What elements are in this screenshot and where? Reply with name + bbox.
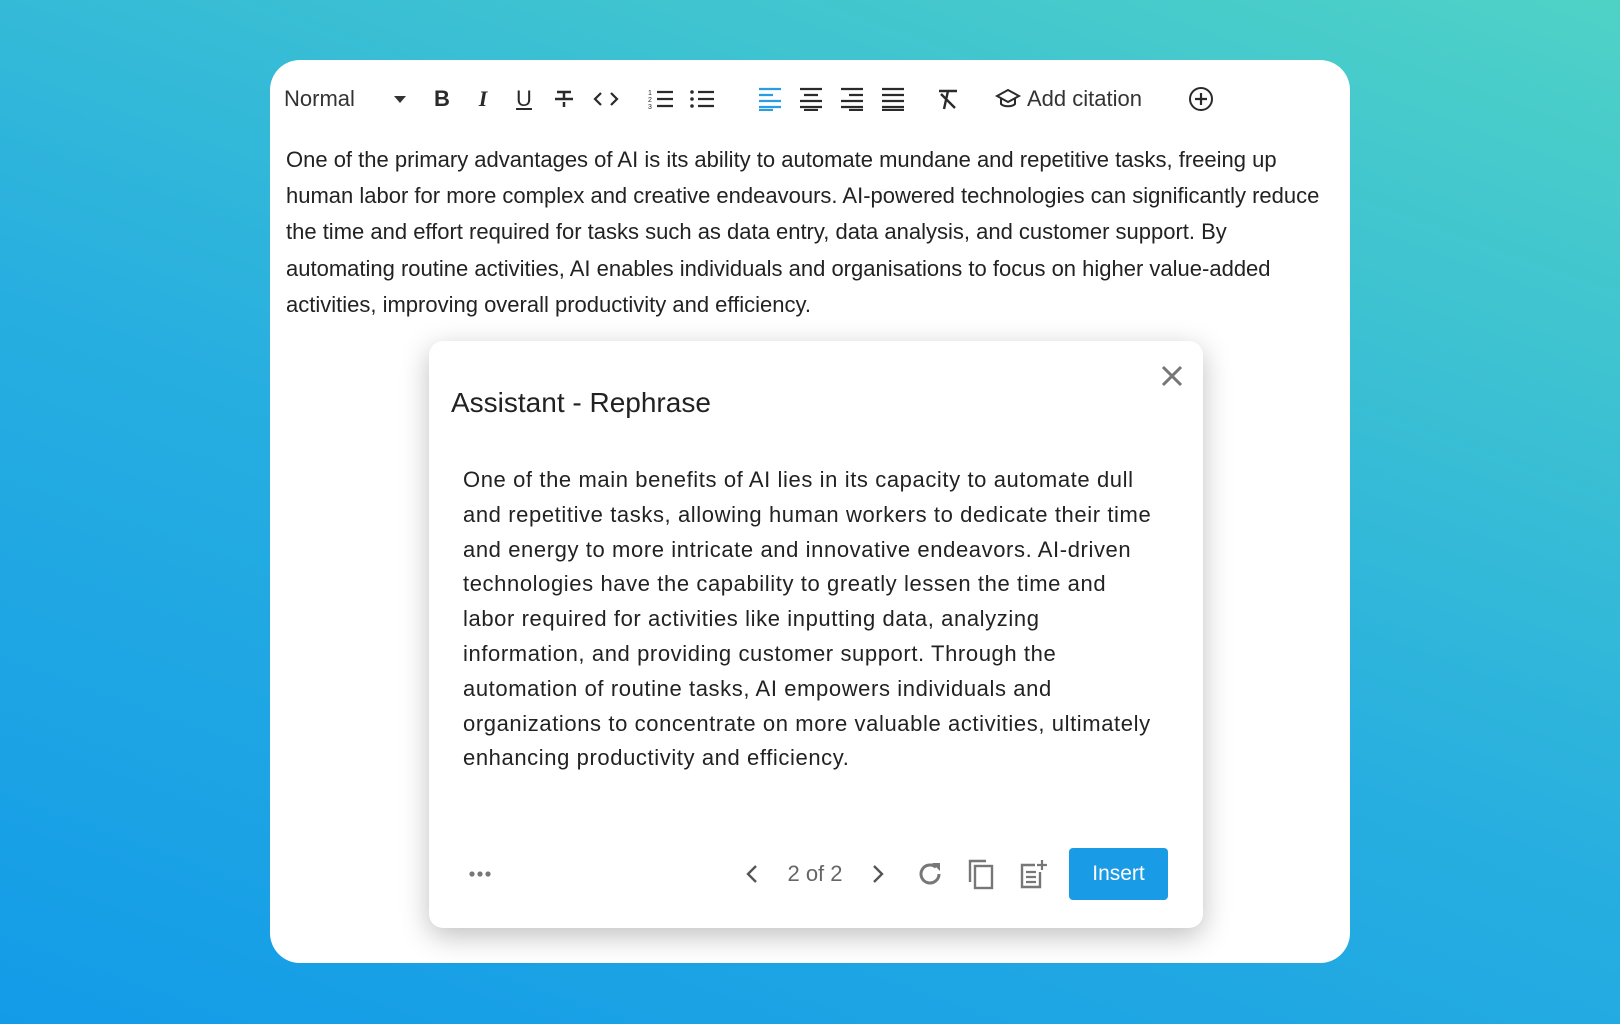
add-citation-label: Add citation (1027, 86, 1142, 111)
clear-format-button[interactable] (934, 79, 962, 119)
align-justify-icon (882, 87, 904, 111)
clear-format-icon (939, 89, 957, 110)
ordered-list-button[interactable]: 123 (647, 79, 675, 119)
format-label: Normal (284, 86, 355, 111)
dialog-title: Assistant - Rephrase (451, 387, 711, 418)
format-select[interactable]: Normal (284, 79, 414, 119)
previous-button[interactable] (739, 848, 765, 900)
bold-icon: B (434, 86, 450, 111)
align-justify-button[interactable] (879, 79, 907, 119)
svg-text:3: 3 (648, 104, 652, 110)
underline-button[interactable]: U (511, 79, 537, 119)
italic-icon: I (478, 86, 488, 111)
rephrase-text: One of the main benefits of AI lies in i… (463, 467, 1152, 771)
more-icon (469, 871, 491, 877)
pager-label: 2 of 2 (787, 861, 843, 886)
align-center-button[interactable] (797, 79, 825, 119)
italic-button[interactable]: I (470, 79, 496, 119)
code-button[interactable] (591, 79, 621, 119)
add-button[interactable] (1186, 79, 1216, 119)
editor-text[interactable]: One of the primary advantages of AI is i… (286, 142, 1336, 323)
underline-icon: U (516, 86, 532, 111)
chevron-down-icon (394, 96, 406, 103)
insert-below-button[interactable] (1016, 848, 1050, 900)
refresh-icon (919, 863, 941, 885)
strikethrough-icon (555, 90, 573, 107)
more-button[interactable] (465, 848, 495, 900)
assistant-dialog: Assistant - Rephrase One of the main ben… (429, 341, 1203, 928)
close-icon[interactable] (1159, 363, 1185, 389)
bullet-list-button[interactable] (688, 79, 716, 119)
toolbar: Normal B I U 123 Add citation (284, 79, 1284, 119)
chevron-left-icon (746, 865, 757, 883)
copy-icon (968, 859, 994, 890)
chevron-right-icon (873, 865, 884, 883)
bold-button[interactable]: B (429, 79, 455, 119)
add-circle-icon (1189, 87, 1213, 111)
ordered-list-icon: 123 (648, 90, 673, 110)
svg-text:2: 2 (648, 97, 652, 104)
align-left-icon (759, 87, 781, 111)
align-right-icon (841, 87, 863, 111)
insert-document-icon (1020, 860, 1047, 889)
regenerate-button[interactable] (913, 848, 947, 900)
add-citation-button[interactable]: Add citation (995, 79, 1155, 119)
align-right-button[interactable] (838, 79, 866, 119)
align-center-icon (800, 87, 822, 111)
strikethrough-button[interactable] (551, 79, 577, 119)
code-icon (593, 92, 619, 106)
insert-button[interactable]: Insert (1069, 848, 1168, 900)
copy-button[interactable] (964, 848, 998, 900)
svg-text:1: 1 (648, 90, 652, 97)
align-left-button[interactable] (756, 79, 784, 119)
bullet-list-icon (690, 90, 714, 108)
graduation-cap-icon (995, 88, 1021, 108)
next-button[interactable] (865, 848, 891, 900)
